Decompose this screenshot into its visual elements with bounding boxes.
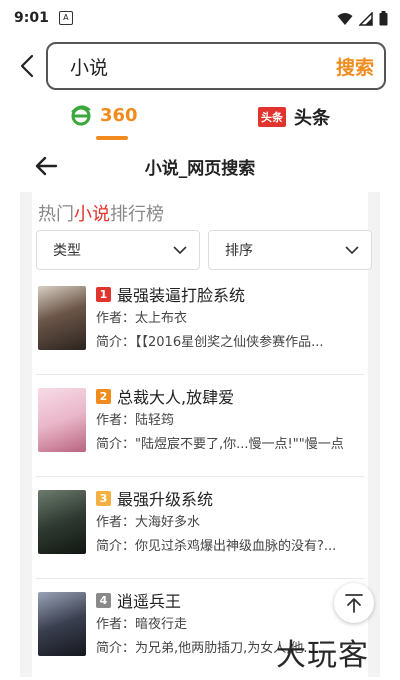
intro-key: 简介： xyxy=(96,437,136,452)
ranking-title: 热门小说排行榜 xyxy=(38,200,164,226)
ie-360-logo-icon xyxy=(71,105,91,126)
tab-toutiao-label: 头条 xyxy=(294,108,330,129)
book-intro: 【【2016星创奖之仙侠参赛作品... xyxy=(135,335,324,350)
arrow-left-icon[interactable] xyxy=(32,152,60,180)
book-cover-image xyxy=(38,388,86,452)
tab-toutiao[interactable]: 头条 头条 xyxy=(258,104,330,130)
search-button[interactable]: 搜索 xyxy=(336,53,374,80)
intro-key: 简介： xyxy=(96,539,136,554)
engine-tabs: 360 头条 头条 xyxy=(0,96,400,144)
rank-badge: 3 xyxy=(96,490,111,506)
author-key: 作者： xyxy=(96,413,136,428)
signal-icon xyxy=(359,11,373,26)
ranking-title-prefix: 热门 xyxy=(38,204,74,225)
tab-360-label: 360 xyxy=(100,104,138,126)
watermark-text: 大玩客 xyxy=(276,638,369,673)
tab-360[interactable]: 360 xyxy=(70,104,138,140)
back-to-top-button[interactable] xyxy=(334,583,374,623)
status-time: 9:01 xyxy=(14,10,49,26)
ranking-title-highlight: 小说 xyxy=(74,204,110,225)
active-tab-indicator xyxy=(96,136,128,140)
book-cover-image xyxy=(38,592,86,656)
book-author: 大海好多水 xyxy=(135,515,201,530)
wifi-icon xyxy=(337,12,353,25)
webview-title: 小说_网页搜索 xyxy=(144,158,256,179)
type-filter-label: 类型 xyxy=(53,243,81,259)
author-key: 作者： xyxy=(96,617,136,632)
sim-icon: A xyxy=(58,11,73,25)
ranking-title-suffix: 排行榜 xyxy=(110,204,164,225)
book-title: 逍遥兵王 xyxy=(117,592,182,611)
chevron-left-icon xyxy=(20,54,34,78)
status-bar: 9:01 A xyxy=(0,0,400,36)
book-title: 最强装逼打脸系统 xyxy=(117,286,246,305)
book-list-item[interactable]: 2 总裁大人,放肆爱 作者：陆轻筠 简介："陆煜宸不要了,你...慢一点!""慢一… xyxy=(36,374,364,477)
ranking-card: 热门小说排行榜 类型 排序 1 最强装逼打脸系统 作者：太上布衣 简介：【【201… xyxy=(32,192,372,677)
author-key: 作者： xyxy=(96,515,136,530)
status-icons xyxy=(337,11,388,26)
intro-key: 简介： xyxy=(96,641,136,656)
toutiao-logo-icon: 头条 xyxy=(258,107,286,127)
search-bar: 搜索 xyxy=(0,36,400,96)
book-list-item[interactable]: 3 最强升级系统 作者：大海好多水 简介：你见过杀鸡爆出神级血脉的没有?... xyxy=(36,476,364,579)
author-key: 作者： xyxy=(96,311,136,326)
arrow-up-icon xyxy=(345,594,363,613)
webview-content: 热门小说排行榜 类型 排序 1 最强装逼打脸系统 作者：太上布衣 简介：【【201… xyxy=(20,192,380,677)
intro-key: 简介： xyxy=(96,335,136,350)
search-box: 搜索 xyxy=(46,42,386,90)
book-author: 太上布衣 xyxy=(135,311,188,326)
search-input[interactable] xyxy=(68,54,336,78)
book-intro: 你见过杀鸡爆出神级血脉的没有?... xyxy=(135,539,337,554)
battery-icon xyxy=(379,11,388,26)
chevron-down-icon xyxy=(173,245,187,254)
back-button[interactable] xyxy=(16,46,38,86)
webview-header: 小说_网页搜索 xyxy=(0,144,400,188)
book-list-item[interactable]: 1 最强装逼打脸系统 作者：太上布衣 简介：【【2016星创奖之仙侠参赛作品... xyxy=(36,272,364,375)
book-intro: "陆煜宸不要了,你...慢一点!""慢一点 xyxy=(135,437,344,452)
book-author: 暗夜行走 xyxy=(135,617,188,632)
rank-badge: 4 xyxy=(96,592,111,608)
chevron-down-icon xyxy=(345,245,359,254)
book-title: 最强升级系统 xyxy=(117,490,214,509)
sort-filter-label: 排序 xyxy=(225,243,253,259)
type-filter-dropdown[interactable]: 类型 xyxy=(36,230,200,270)
book-cover-image xyxy=(38,286,86,350)
book-title: 总裁大人,放肆爱 xyxy=(117,388,235,407)
book-author: 陆轻筠 xyxy=(135,413,175,428)
rank-badge: 2 xyxy=(96,388,111,404)
sort-filter-dropdown[interactable]: 排序 xyxy=(208,230,372,270)
rank-badge: 1 xyxy=(96,286,111,302)
book-cover-image xyxy=(38,490,86,554)
